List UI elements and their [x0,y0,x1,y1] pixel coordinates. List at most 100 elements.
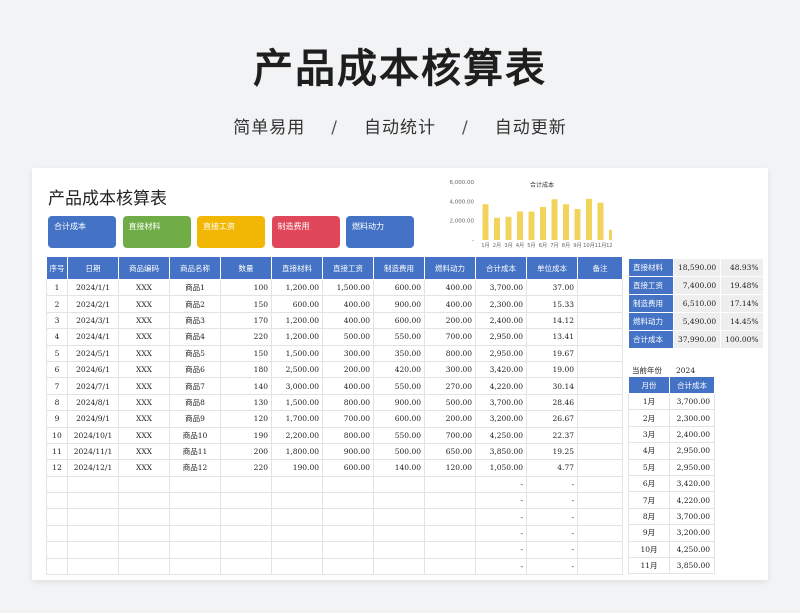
table-cell[interactable]: 3,200.00 [475,410,527,428]
table-cell[interactable] [67,492,119,510]
table-cell[interactable]: 1,050.00 [475,459,527,477]
table-cell[interactable] [577,360,623,379]
table-cell[interactable]: - [526,475,578,494]
table-cell[interactable] [46,557,68,576]
table-cell[interactable] [67,524,119,543]
table-cell[interactable]: 1,200.00 [271,328,323,346]
table-cell[interactable]: 1,200.00 [271,278,323,297]
table-cell[interactable] [577,557,623,576]
table-cell[interactable] [169,541,221,559]
table-cell[interactable] [220,475,272,494]
table-cell[interactable]: 15.33 [526,295,578,313]
table-cell[interactable] [577,377,623,395]
table-cell[interactable]: 100 [220,278,272,297]
table-cell[interactable]: 8月 [628,507,670,526]
table-cell[interactable]: 1,500.00 [271,344,323,362]
table-cell[interactable]: XXX [118,459,170,477]
table-cell[interactable]: 120.00 [424,459,476,477]
table-cell[interactable]: 2,400.00 [475,311,527,330]
table-cell[interactable]: 14.12 [526,311,578,330]
table-cell[interactable]: 2,500.00 [271,360,323,379]
table-cell[interactable]: 600.00 [271,295,323,313]
table-cell[interactable]: 5 [46,344,68,362]
table-cell[interactable]: 商品12 [169,459,221,477]
table-cell[interactable]: 190.00 [271,459,323,477]
table-cell[interactable]: 130 [220,393,272,412]
table-cell[interactable]: 1 [46,278,68,297]
table-cell[interactable] [46,508,68,526]
table-cell[interactable] [373,475,425,494]
table-cell[interactable] [118,524,170,543]
table-cell[interactable]: 4 [46,328,68,346]
table-cell[interactable]: 19.67 [526,344,578,362]
table-cell[interactable]: 4,250.00 [475,426,527,444]
table-cell[interactable]: 400.00 [322,295,374,313]
table-cell[interactable] [577,459,623,477]
table-cell[interactable]: 3月 [628,425,670,444]
table-cell[interactable]: 4.77 [526,459,578,477]
table-cell[interactable]: 2,950.00 [475,328,527,346]
table-cell[interactable]: XXX [118,410,170,428]
table-cell[interactable] [271,492,323,510]
table-cell[interactable]: XXX [118,278,170,297]
table-cell[interactable]: - [475,508,527,526]
table-cell[interactable]: 220 [220,459,272,477]
table-cell[interactable]: 商品5 [169,344,221,362]
table-cell[interactable]: 700.00 [424,328,476,346]
table-cell[interactable]: 900.00 [373,295,425,313]
table-cell[interactable] [577,541,623,559]
table-cell[interactable]: 550.00 [373,377,425,395]
table-cell[interactable] [67,508,119,526]
table-cell[interactable] [373,508,425,526]
table-cell[interactable]: 190 [220,426,272,444]
table-cell[interactable]: 650.00 [424,442,476,461]
table-cell[interactable]: 2024/2/1 [67,295,119,313]
table-cell[interactable]: - [475,475,527,494]
table-cell[interactable]: 400.00 [322,377,374,395]
table-cell[interactable]: 7月 [628,491,670,509]
table-cell[interactable]: 商品9 [169,410,221,428]
table-cell[interactable]: - [475,492,527,510]
table-cell[interactable] [577,475,623,494]
table-cell[interactable] [577,524,623,543]
table-cell[interactable]: 2,300.00 [669,409,715,427]
table-cell[interactable]: 400.00 [322,311,374,330]
table-cell[interactable]: 140 [220,377,272,395]
table-cell[interactable]: 500.00 [424,393,476,412]
table-cell[interactable]: 22.37 [526,426,578,444]
table-cell[interactable] [424,541,476,559]
table-cell[interactable] [46,475,68,494]
table-cell[interactable]: 8 [46,393,68,412]
table-cell[interactable] [577,278,623,297]
table-cell[interactable] [118,508,170,526]
table-cell[interactable]: 500.00 [373,442,425,461]
table-cell[interactable]: 2024/6/1 [67,360,119,379]
table-cell[interactable] [373,541,425,559]
table-cell[interactable]: 2,950.00 [475,344,527,362]
table-cell[interactable]: 4月 [628,442,670,460]
table-cell[interactable] [118,541,170,559]
table-cell[interactable]: 500.00 [322,328,374,346]
table-cell[interactable]: 2,950.00 [669,442,715,460]
table-cell[interactable]: 300.00 [322,344,374,362]
table-cell[interactable] [271,475,323,494]
table-cell[interactable]: 120 [220,410,272,428]
table-cell[interactable]: - [475,524,527,543]
table-cell[interactable]: 6月 [628,474,670,493]
table-cell[interactable] [220,557,272,576]
table-cell[interactable]: 商品6 [169,360,221,379]
table-cell[interactable] [577,492,623,510]
table-cell[interactable] [169,524,221,543]
table-cell[interactable]: 400.00 [424,278,476,297]
table-cell[interactable]: 1,500.00 [271,393,323,412]
table-cell[interactable]: XXX [118,426,170,444]
table-cell[interactable]: 2024/10/1 [67,426,119,444]
table-cell[interactable]: XXX [118,344,170,362]
table-cell[interactable]: 10 [46,426,68,444]
table-cell[interactable]: 19.00 [526,360,578,379]
table-cell[interactable] [169,557,221,576]
table-cell[interactable]: 150 [220,295,272,313]
table-cell[interactable] [577,426,623,444]
table-cell[interactable]: 200 [220,442,272,461]
table-cell[interactable]: 600.00 [322,459,374,477]
